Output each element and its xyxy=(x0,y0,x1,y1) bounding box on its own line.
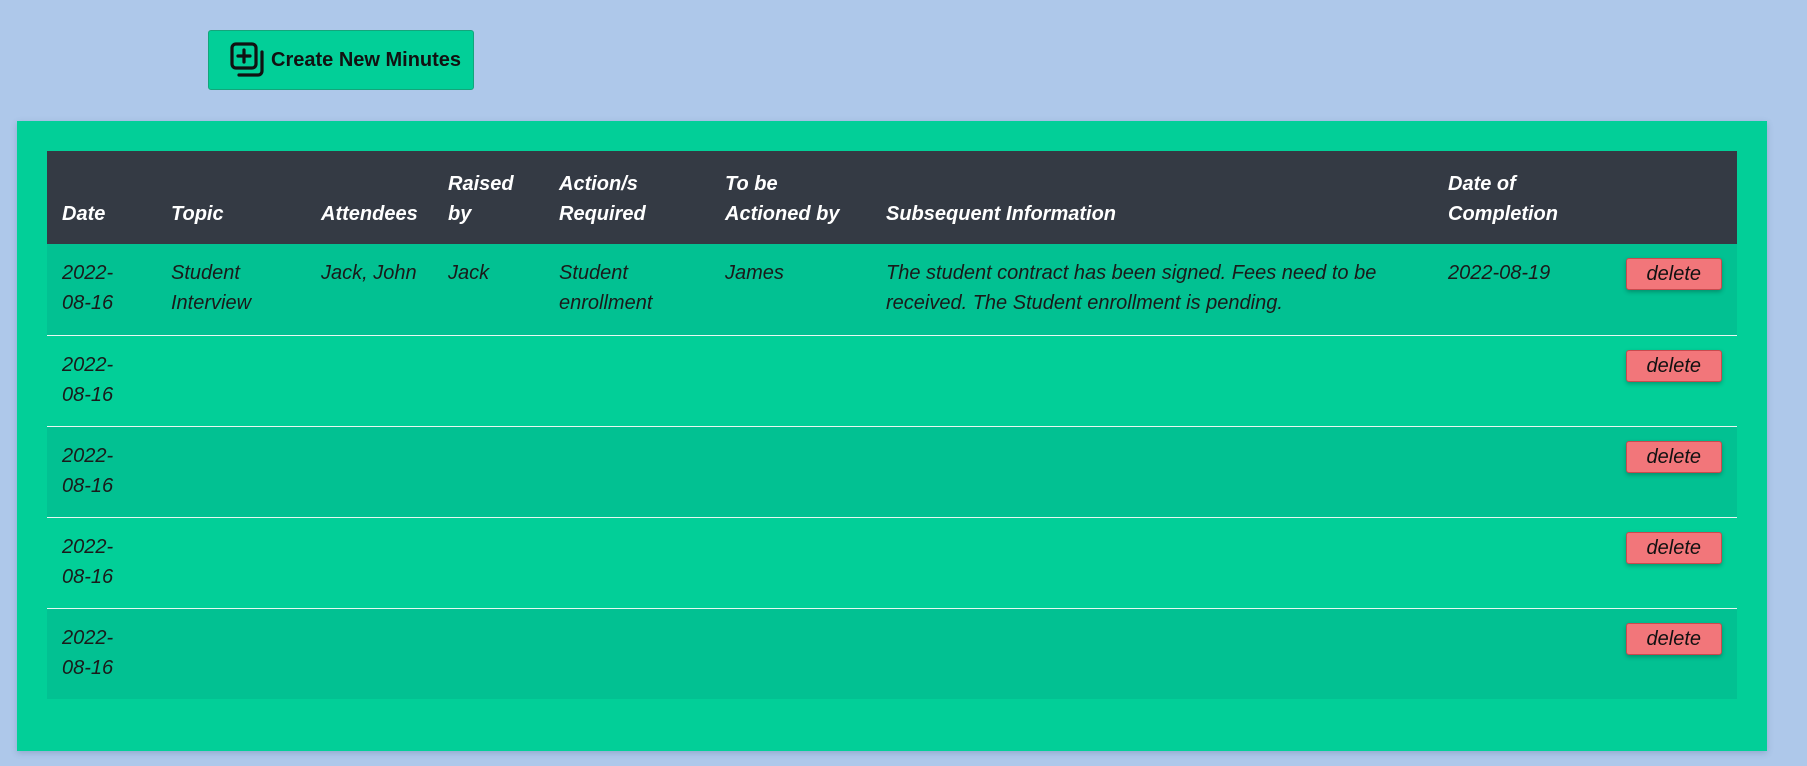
cell-topic xyxy=(156,334,306,426)
table-row: 2022-08-16 delete xyxy=(47,425,1737,517)
cell-actioned-by xyxy=(710,607,871,699)
cell-subsequent-information: The student contract has been signed. Fe… xyxy=(871,244,1433,335)
table-row: 2022-08-16 delete xyxy=(47,607,1737,699)
delete-button[interactable]: delete xyxy=(1625,440,1722,473)
delete-button[interactable]: delete xyxy=(1625,622,1722,655)
cell-actioned-by: James xyxy=(710,244,871,335)
cell-date: 2022-08-16 xyxy=(47,244,156,335)
cell-actioned-by xyxy=(710,516,871,608)
cell-attendees xyxy=(306,425,433,517)
cell-date: 2022-08-16 xyxy=(47,334,156,426)
delete-button[interactable]: delete xyxy=(1625,531,1722,564)
cell-delete: delete xyxy=(1583,425,1737,517)
header-to-be-actioned-by: To be Actioned by xyxy=(710,151,871,244)
cell-raised-by xyxy=(433,334,544,426)
cell-raised-by: Jack xyxy=(433,244,544,335)
cell-delete: delete xyxy=(1583,516,1737,608)
table-row: 2022-08-16 Student Interview Jack, John … xyxy=(47,244,1737,335)
cell-date-of-completion xyxy=(1433,425,1583,517)
cell-date: 2022-08-16 xyxy=(47,425,156,517)
cell-raised-by xyxy=(433,425,544,517)
cell-attendees xyxy=(306,607,433,699)
header-date: Date xyxy=(47,151,156,244)
table-header-row: Date Topic Attendees Raised by Action/s … xyxy=(47,151,1737,244)
cell-raised-by xyxy=(433,516,544,608)
header-subsequent-information: Subsequent Information xyxy=(871,151,1433,244)
cell-date-of-completion xyxy=(1433,334,1583,426)
delete-button[interactable]: delete xyxy=(1625,349,1722,382)
cell-topic: Student Interview xyxy=(156,244,306,335)
cell-date: 2022-08-16 xyxy=(47,516,156,608)
cell-delete: delete xyxy=(1583,607,1737,699)
cell-date-of-completion: 2022-08-19 xyxy=(1433,244,1583,335)
header-raised-by: Raised by xyxy=(433,151,544,244)
table-row: 2022-08-16 delete xyxy=(47,334,1737,426)
cell-date-of-completion xyxy=(1433,516,1583,608)
header-date-of-completion: Date of Completion xyxy=(1433,151,1583,244)
cell-topic xyxy=(156,607,306,699)
minutes-table: Date Topic Attendees Raised by Action/s … xyxy=(47,151,1737,699)
create-new-minutes-label: Create New Minutes xyxy=(271,48,462,71)
cell-delete: delete xyxy=(1583,334,1737,426)
header-topic: Topic xyxy=(156,151,306,244)
cell-topic xyxy=(156,516,306,608)
cell-actions-required xyxy=(544,607,710,699)
cell-actions-required: Student enrollment xyxy=(544,244,710,335)
cell-subsequent-information xyxy=(871,516,1433,608)
add-copy-icon xyxy=(229,41,267,79)
cell-topic xyxy=(156,425,306,517)
header-actions xyxy=(1583,151,1737,244)
cell-attendees xyxy=(306,516,433,608)
cell-actions-required xyxy=(544,516,710,608)
header-actions-required: Action/s Required xyxy=(544,151,710,244)
cell-attendees: Jack, John xyxy=(306,244,433,335)
cell-raised-by xyxy=(433,607,544,699)
cell-subsequent-information xyxy=(871,607,1433,699)
header-attendees: Attendees xyxy=(306,151,433,244)
cell-date-of-completion xyxy=(1433,607,1583,699)
cell-actions-required xyxy=(544,425,710,517)
delete-button[interactable]: delete xyxy=(1625,258,1722,290)
create-new-minutes-button[interactable]: Create New Minutes xyxy=(208,30,474,90)
cell-subsequent-information xyxy=(871,425,1433,517)
minutes-panel: Date Topic Attendees Raised by Action/s … xyxy=(17,121,1767,751)
cell-actions-required xyxy=(544,334,710,426)
cell-actioned-by xyxy=(710,425,871,517)
table-row: 2022-08-16 delete xyxy=(47,516,1737,608)
cell-subsequent-information xyxy=(871,334,1433,426)
cell-actioned-by xyxy=(710,334,871,426)
cell-date: 2022-08-16 xyxy=(47,607,156,699)
cell-attendees xyxy=(306,334,433,426)
cell-delete: delete xyxy=(1583,244,1737,335)
